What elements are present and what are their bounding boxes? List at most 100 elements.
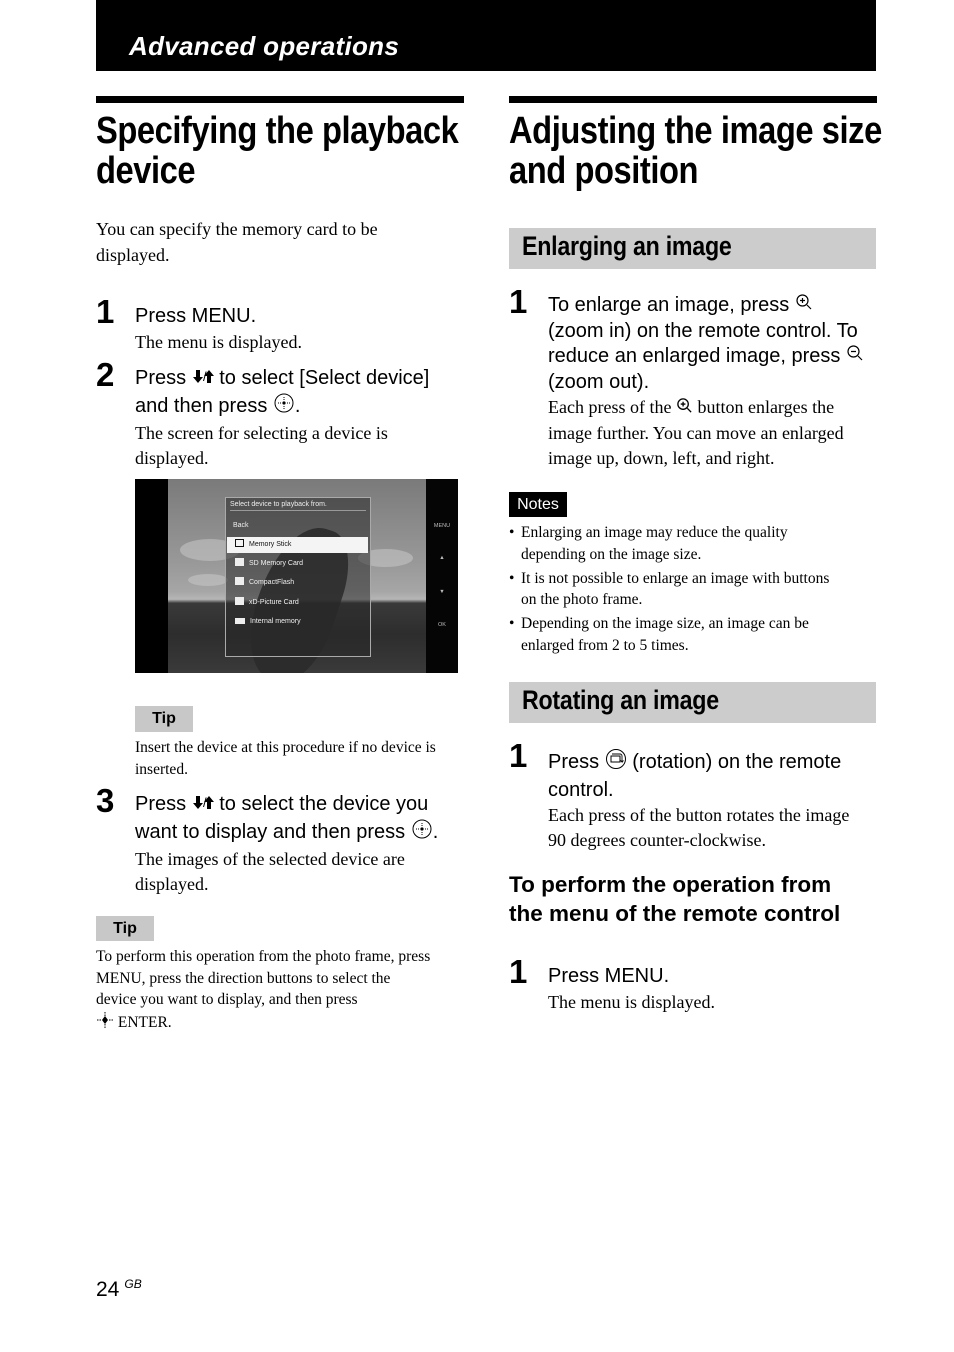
- title-line: Specifying the playback: [96, 110, 459, 152]
- side-down-label: ▼: [439, 589, 445, 595]
- step-number: 1: [509, 953, 528, 990]
- result-line: displayed.: [135, 874, 209, 895]
- note-item: • Enlarging an image may reduce the quali…: [509, 522, 879, 565]
- tip-line: Insert the device at this procedure if n…: [135, 739, 436, 756]
- subheading-text: Enlarging an image: [522, 231, 732, 261]
- tip-line: To perform this operation from the photo…: [96, 948, 431, 965]
- step-instruction: Press (rotation) on the remote control.: [548, 748, 883, 803]
- title-line: and position: [509, 150, 699, 192]
- section-title: Advanced operations: [129, 31, 400, 61]
- menu-item-label: CompactFlash: [249, 579, 295, 586]
- instruction-text: .: [432, 820, 439, 843]
- note-line: depending on the image size.: [521, 545, 702, 563]
- notes-label: Notes: [509, 492, 567, 517]
- menu-back-item[interactable]: Back: [233, 522, 249, 529]
- remote-menu-heading: To perform the operation from the menu o…: [509, 870, 889, 928]
- instruction-text: to select the device you: [213, 793, 429, 816]
- svg-text:/: /: [203, 795, 207, 810]
- menu-item-sd-memory-card[interactable]: SD Memory Card: [227, 556, 368, 572]
- left-column: Specifying the playback device: [96, 96, 464, 191]
- menu-item-label: Internal memory: [250, 618, 301, 625]
- title-rule: [509, 96, 877, 103]
- instruction-text: and then press: [135, 394, 273, 417]
- title-rule: [96, 96, 464, 103]
- tip-line: MENU, press the direction buttons to sel…: [96, 969, 391, 987]
- xd-card-icon: [235, 597, 244, 605]
- step-result: Each press of the button enlarges the im…: [548, 395, 883, 471]
- instruction-text: want to display and then press: [135, 820, 411, 843]
- step-result: The menu is displayed.: [548, 991, 715, 1012]
- menu-item-xd-picture-card[interactable]: xD-Picture Card: [227, 595, 368, 611]
- step-instruction: Press MENU.: [135, 305, 257, 327]
- tip-line: inserted.: [135, 760, 188, 778]
- zoom-in-icon: [676, 396, 693, 421]
- tip-text: To perform this operation from the photo…: [96, 946, 476, 1035]
- result-text: Each press of the: [548, 397, 676, 418]
- result-line: 90 degrees counter-clockwise.: [548, 830, 767, 850]
- instruction-text: control.: [548, 778, 614, 801]
- instruction-text: (zoom out).: [548, 370, 650, 393]
- title-line: Adjusting the image size: [509, 110, 882, 152]
- intro-text: You can specify the memory card to be di…: [96, 216, 378, 268]
- note-item: • Depending on the image size, an image c…: [509, 613, 879, 656]
- tip-line-suffix: ENTER.: [114, 1013, 172, 1031]
- heading-line: To perform the operation from: [509, 872, 832, 897]
- step-instruction: Press / to select [Select device] and th…: [135, 366, 475, 421]
- notes-list: • Enlarging an image may reduce the quali…: [509, 522, 879, 659]
- step-result: The screen for selecting a device is dis…: [135, 421, 475, 471]
- title-line: device: [96, 150, 196, 192]
- result-line: Each press of the button rotates the ima…: [548, 805, 850, 825]
- side-menu-label: MENU: [433, 523, 451, 529]
- instruction-text: (rotation) on the remote: [626, 751, 842, 774]
- menu-item-compactflash[interactable]: CompactFlash: [227, 575, 368, 591]
- result-text: button enlarges the: [692, 397, 835, 418]
- menu-item-internal-memory[interactable]: Internal memory: [227, 614, 368, 630]
- compactflash-icon: [235, 577, 244, 585]
- internal-memory-icon: [235, 618, 245, 624]
- intro-line: You can specify the memory card to be: [96, 219, 378, 239]
- step-number: 1: [96, 293, 115, 330]
- menu-item-memory-stick[interactable]: Memory Stick: [227, 537, 368, 553]
- step-instruction: Press / to select the device you want to…: [135, 792, 475, 847]
- note-line: enlarged from 2 to 5 times.: [521, 636, 689, 654]
- page-title-left: Specifying the playback device: [96, 111, 463, 191]
- right-column: Adjusting the image size and position: [509, 96, 882, 192]
- down-up-arrows-icon: /: [192, 792, 214, 818]
- menu-item-label: SD Memory Card: [249, 560, 304, 567]
- sd-card-icon: [235, 558, 244, 566]
- result-text: image up, down, left, and right.: [548, 448, 775, 469]
- subheading-rotating: Rotating an image: [509, 682, 876, 723]
- down-up-arrows-icon: /: [192, 366, 214, 392]
- step-result: The menu is displayed.: [135, 331, 302, 352]
- bullet: •: [509, 569, 515, 587]
- page-number: 24 GB: [96, 1277, 142, 1302]
- intro-line: displayed.: [96, 245, 170, 265]
- result-line: The images of the selected device are: [135, 849, 405, 870]
- bullet: •: [509, 615, 515, 632]
- note-line: on the photo frame.: [521, 591, 643, 608]
- note-line: Depending on the image size, an image ca…: [521, 615, 809, 632]
- enter-cross-icon: [96, 1011, 114, 1036]
- note-line: Enlarging an image may reduce the qualit…: [521, 524, 788, 541]
- instruction-text: Press: [548, 751, 605, 774]
- tip-label: Tip: [135, 706, 193, 732]
- zoom-in-icon: [795, 293, 813, 319]
- step-number: 2: [96, 356, 115, 393]
- bullet: •: [509, 524, 515, 541]
- step-result: Each press of the button rotates the ima…: [548, 803, 883, 853]
- instruction-text: .: [294, 394, 301, 417]
- cloud: [188, 574, 228, 586]
- tip-line: ENTER.: [96, 1011, 476, 1036]
- heading-line: the menu of the remote control: [509, 901, 841, 926]
- instruction-text: To enlarge an image, press: [548, 294, 795, 317]
- instruction-text: to select [Select device]: [213, 367, 430, 390]
- note-item: • It is not possible to enlarge an image …: [509, 568, 879, 611]
- enter-button-icon: [411, 818, 433, 848]
- device-select-screen-illustration: Select device to playback from. Back Mem…: [135, 479, 458, 673]
- step-number: 1: [509, 283, 528, 320]
- instruction-text: Press: [135, 367, 192, 390]
- result-text: image further. You can move an enlarged: [548, 423, 844, 444]
- page-number-value: 24: [96, 1278, 120, 1301]
- subheading-enlarging: Enlarging an image: [509, 228, 876, 269]
- menu-title: Select device to playback from.: [230, 501, 366, 511]
